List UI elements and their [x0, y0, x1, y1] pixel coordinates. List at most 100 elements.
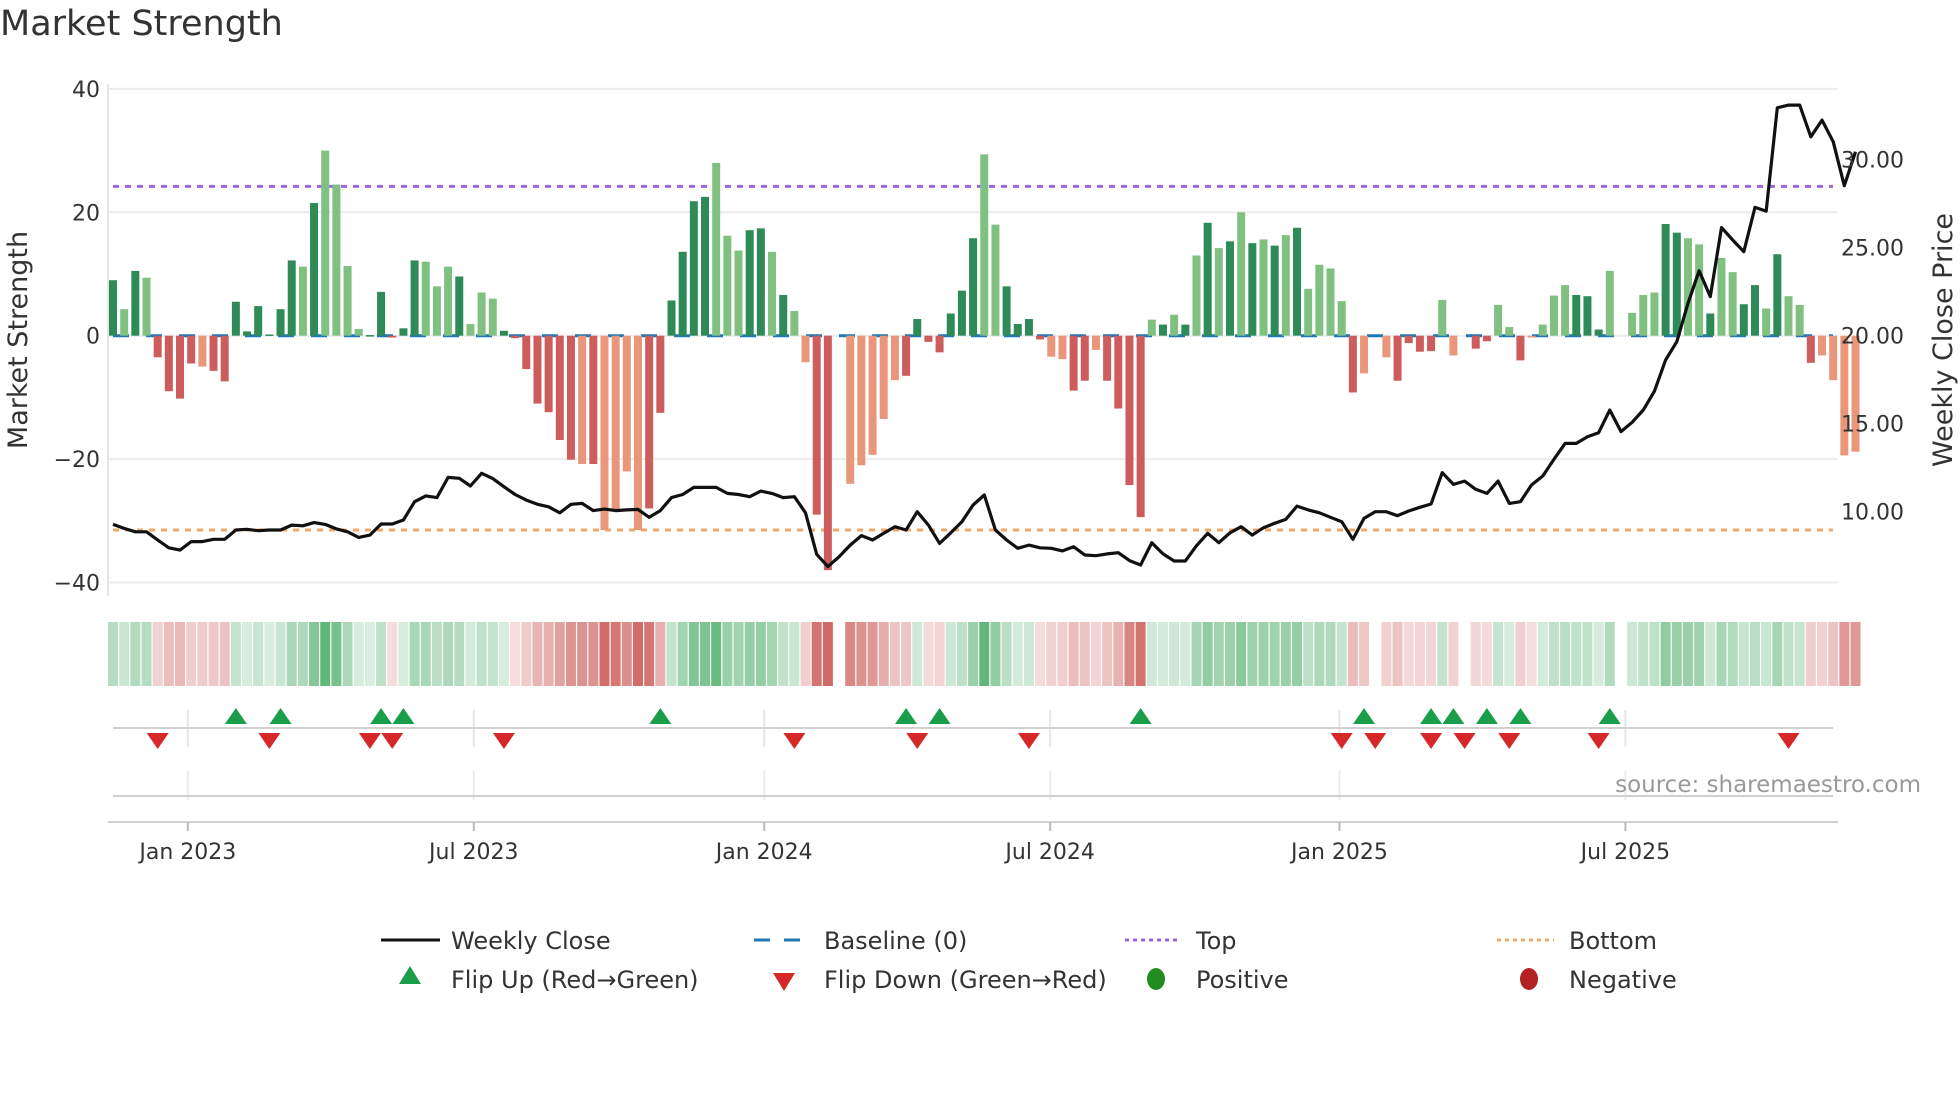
- strength-bar: [287, 260, 296, 336]
- strength-bar: [499, 330, 508, 336]
- strength-bar: [1248, 243, 1257, 336]
- strength-bar: [265, 334, 274, 336]
- strip-cell-negative: [1135, 622, 1146, 686]
- strip-cell-positive: [443, 622, 454, 686]
- strength-bar: [1650, 292, 1659, 336]
- strip-cell-negative: [811, 622, 822, 686]
- strength-bar: [209, 335, 218, 371]
- strip-cell-positive: [119, 622, 130, 686]
- strip-cell-negative: [1046, 622, 1057, 686]
- y2-tick-label: 30.00: [1841, 149, 1904, 174]
- strip-cell-negative: [1035, 622, 1046, 686]
- strength-bar: [1415, 335, 1424, 352]
- strength-bar: [109, 280, 117, 336]
- strip-cell-positive: [1437, 622, 1448, 686]
- strip-cell-positive: [990, 622, 1001, 686]
- strength-bar: [187, 335, 196, 364]
- strength-bar: [365, 335, 374, 337]
- flip-down-marker: [381, 733, 404, 749]
- strength-bar: [1494, 304, 1503, 336]
- strength-bar: [1527, 335, 1536, 338]
- flip-down-marker: [1498, 733, 1521, 749]
- strength-bar: [991, 224, 1000, 336]
- strip-cell-positive: [108, 622, 118, 686]
- strength-bar: [1829, 335, 1838, 381]
- strip-cell-positive: [722, 622, 733, 686]
- strength-bar: [153, 335, 162, 358]
- y2-axis-label: Weekly Close Price: [1928, 213, 1959, 467]
- strength-bar: [1125, 335, 1134, 486]
- x-tick-label: Jul 2023: [427, 840, 519, 865]
- strength-bar: [689, 201, 698, 336]
- strip-cell-positive: [1560, 622, 1571, 686]
- flip-down-marker: [1587, 733, 1610, 749]
- strength-bar: [723, 235, 732, 336]
- strength-bar: [1192, 255, 1201, 336]
- strength-bar: [1136, 335, 1145, 518]
- flip-up-marker: [370, 708, 393, 724]
- strip-cell-positive: [141, 622, 152, 686]
- strip-cell-positive: [1627, 622, 1638, 686]
- strip-cell-negative: [889, 622, 900, 686]
- strip-cell-positive: [320, 622, 331, 686]
- flip-down-marker: [1420, 733, 1443, 749]
- strength-bar: [1259, 239, 1268, 336]
- y2-tick-label: 15.00: [1841, 413, 1904, 438]
- flip-down-marker: [358, 733, 381, 749]
- strength-bar: [768, 251, 777, 336]
- strip-cell-negative: [1347, 622, 1358, 686]
- strip-cell-positive: [1660, 622, 1671, 686]
- strip-cell-negative: [934, 622, 945, 686]
- strength-bar: [1706, 313, 1715, 336]
- strip-cell-negative: [219, 622, 230, 686]
- strength-bar: [533, 335, 542, 404]
- strength-bar: [1594, 329, 1603, 336]
- strength-bar: [120, 309, 129, 336]
- legend-flip-up: Flip Up (Red→Green): [451, 966, 699, 994]
- strength-bar: [1315, 264, 1324, 336]
- strip-cell-positive: [755, 622, 766, 686]
- strength-bar: [924, 335, 933, 342]
- strip-cell-positive: [431, 622, 442, 686]
- strength-bar: [712, 162, 721, 336]
- strength-bar: [243, 331, 252, 336]
- strip-cell-positive: [1761, 622, 1772, 686]
- strip-cell-positive: [1236, 622, 1247, 686]
- strength-bar: [957, 290, 966, 336]
- strip-cell-negative: [1057, 622, 1068, 686]
- legend-flip-up-icon: [399, 966, 421, 984]
- strength-bar: [1348, 335, 1357, 393]
- strip-cell-positive: [1247, 622, 1258, 686]
- strength-bar: [142, 277, 151, 336]
- strength-bar: [611, 335, 620, 511]
- strip-cell-negative: [1381, 622, 1392, 686]
- strip-cell-positive: [331, 622, 342, 686]
- strip-cell-positive: [956, 622, 967, 686]
- strip-cell-negative: [845, 622, 856, 686]
- strength-bar: [935, 335, 944, 353]
- legend-weekly-close: Weekly Close: [451, 927, 611, 955]
- strip-cell-positive: [1783, 622, 1794, 686]
- strip-cell-positive: [1649, 622, 1660, 686]
- strip-cell-positive: [130, 622, 141, 686]
- strength-bar: [1002, 286, 1011, 336]
- strip-cell-positive: [1202, 622, 1213, 686]
- strength-bar: [1281, 235, 1290, 336]
- flip-down-marker: [1364, 733, 1387, 749]
- strength-bar: [276, 309, 285, 336]
- strength-bar: [913, 319, 922, 336]
- strength-bar: [1360, 335, 1369, 374]
- strip-cell-positive: [409, 622, 420, 686]
- strength-bar: [1449, 335, 1458, 356]
- strength-bar: [980, 154, 989, 336]
- strength-bar: [734, 250, 743, 336]
- strength-bar: [421, 261, 430, 336]
- x-tick-label: Jan 2023: [137, 840, 236, 865]
- strip-cell-positive: [364, 622, 375, 686]
- strength-bar: [701, 196, 710, 336]
- strip-cell-negative: [856, 622, 867, 686]
- strip-cell-positive: [968, 622, 979, 686]
- strip-cell-negative: [1090, 622, 1101, 686]
- strip-cell-negative: [163, 622, 174, 686]
- strength-bar: [1728, 272, 1737, 336]
